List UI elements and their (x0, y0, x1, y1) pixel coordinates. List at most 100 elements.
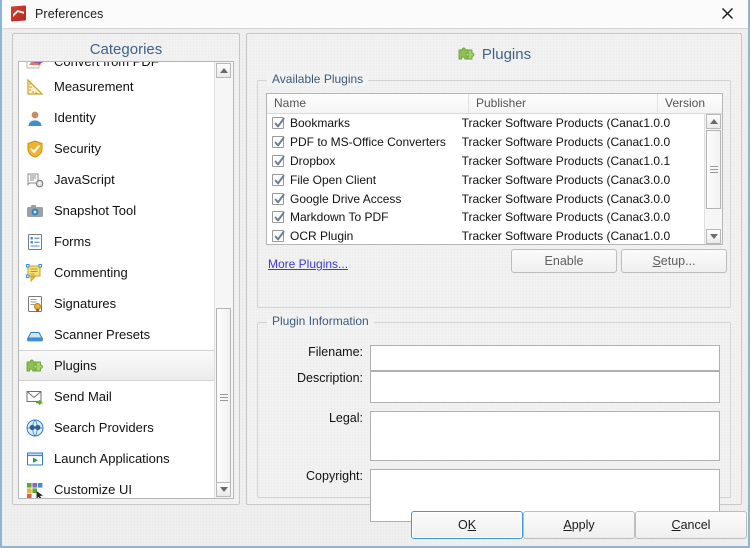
available-plugins-title: Available Plugins (267, 72, 369, 86)
scroll-up-arrow-icon[interactable] (216, 63, 231, 78)
plugin-version: 3.0.0 (643, 191, 671, 206)
table-row[interactable]: File Open Client Tracker Software Product… (267, 170, 705, 189)
sidebar-item-launch-applications[interactable]: Launch Applications (19, 443, 215, 474)
plugin-publisher: Tracker Software Products (Canada) Ltd (461, 191, 644, 206)
sidebar-item-forms[interactable]: Forms (19, 226, 215, 257)
table-row[interactable]: PDF to MS-Office Converters Tracker Softw… (267, 133, 705, 152)
sidebar-item-scanner-presets[interactable]: Scanner Presets (19, 319, 215, 350)
plugin-publisher: Tracker Software Products (Canada) Ltd (461, 153, 644, 168)
search-providers-globe-icon (25, 418, 45, 438)
commenting-note-icon (25, 263, 45, 283)
plugin-publisher: Tracker Software Products (Canada) Ltd (461, 172, 644, 187)
description-label: Description: (297, 371, 363, 385)
table-row[interactable]: Bookmarks Tracker Software Products (Cana… (267, 114, 705, 133)
plugin-publisher: Tracker Software Products (Canada) Ltd (461, 229, 644, 244)
plugin-checkbox[interactable] (272, 173, 285, 186)
sidebar-item-label: Send Mail (54, 389, 112, 404)
legal-input[interactable] (370, 411, 720, 461)
scanner-icon (25, 325, 45, 345)
sidebar-item-javascript[interactable]: JavaScript (19, 164, 215, 195)
convert-from-pdf-icon (25, 62, 45, 71)
sidebar-item-identity[interactable]: Identity (19, 102, 215, 133)
plugin-checkbox[interactable] (272, 154, 285, 167)
more-plugins-link[interactable]: More Plugins... (268, 257, 348, 271)
sidebar-item-signatures[interactable]: Signatures (19, 288, 215, 319)
plugins-table[interactable]: Name Publisher Version Bookmarks Tracker … (266, 93, 723, 245)
plugins-table-scrollbar[interactable] (704, 114, 722, 244)
plugin-checkbox[interactable] (272, 211, 285, 224)
sidebar-item-label: Launch Applications (54, 451, 170, 466)
sidebar-item-label: Measurement (54, 79, 134, 94)
plugin-checkbox[interactable] (272, 230, 285, 243)
plugin-version: 1.0.0 (643, 116, 671, 131)
sidebar-item-customize-ui[interactable]: Customize UI (19, 474, 215, 498)
cancel-button[interactable]: Cancel (635, 511, 747, 539)
legal-field-row: Legal: (258, 411, 720, 461)
sidebar-item-label: Forms (54, 234, 91, 249)
column-header-version[interactable]: Version (658, 94, 722, 113)
ok-button[interactable]: OK (411, 511, 523, 539)
launch-applications-play-icon (25, 449, 45, 469)
cancel-button-label: Cancel (671, 518, 711, 532)
sidebar-item-security[interactable]: Security (19, 133, 215, 164)
plugin-name: Google Drive Access (290, 191, 402, 206)
categories-scroll-thumb[interactable] (216, 308, 231, 486)
apply-button-label: Apply (563, 518, 595, 532)
table-row[interactable]: Markdown To PDF Tracker Software Products… (267, 208, 705, 227)
description-input[interactable] (370, 371, 720, 403)
plugin-version: 1.0.0 (643, 229, 671, 244)
title-bar: Preferences (2, 0, 748, 29)
snapshot-camera-icon (25, 201, 45, 221)
plugins-puzzle-icon (25, 356, 45, 376)
categories-list[interactable]: Convert from PDF Measurement Identity Secur… (18, 61, 234, 499)
send-mail-envelope-icon (25, 387, 45, 407)
plugin-version: 3.0.0 (643, 172, 671, 187)
ok-button-label: OK (457, 518, 477, 532)
plugin-checkbox[interactable] (272, 136, 285, 149)
sidebar-item-send-mail[interactable]: Send Mail (19, 381, 215, 412)
filename-input[interactable] (370, 345, 720, 371)
sidebar-item-label: Signatures (54, 296, 117, 311)
scroll-down-arrow-icon[interactable] (216, 482, 231, 497)
apply-button[interactable]: Apply (523, 511, 635, 539)
filename-field-row: Filename: (258, 345, 720, 371)
security-shield-icon (25, 139, 45, 159)
sidebar-item-measurement[interactable]: Measurement (19, 71, 215, 102)
preferences-dialog: Preferences Categories Convert from PDF M… (0, 0, 750, 548)
sidebar-item-label: Scanner Presets (54, 327, 151, 342)
sidebar-item-plugins[interactable]: Plugins (19, 350, 215, 381)
measurement-ruler-icon (25, 77, 45, 97)
table-row[interactable]: OCR Plugin Tracker Software Products (Can… (267, 227, 705, 244)
table-scroll-up-arrow-icon[interactable] (706, 114, 721, 129)
plugin-checkbox[interactable] (272, 192, 285, 205)
categories-scrollbar[interactable] (214, 62, 233, 498)
sidebar-item-snapshot-tool[interactable]: Snapshot Tool (19, 195, 215, 226)
plugin-publisher: Tracker Software Products (Canada) Ltd (461, 135, 644, 150)
plugin-name: Dropbox (290, 153, 336, 168)
table-scroll-thumb[interactable] (706, 130, 721, 209)
sidebar-item-label: Snapshot Tool (54, 203, 137, 218)
table-scroll-down-arrow-icon[interactable] (706, 229, 721, 244)
column-header-publisher[interactable]: Publisher (469, 94, 658, 113)
plugin-name: File Open Client (290, 172, 377, 187)
table-row[interactable]: Google Drive Access Tracker Software Prod… (267, 189, 705, 208)
sidebar-item-label: Commenting (54, 265, 128, 280)
forms-document-icon (25, 232, 45, 252)
window-title: Preferences (35, 7, 104, 21)
enable-button[interactable]: Enable (511, 249, 617, 273)
plugin-name: PDF to MS-Office Converters (290, 135, 446, 150)
pdfxchange-icon (11, 5, 27, 22)
plugin-publisher: Tracker Software Products (Canada) Ltd (461, 210, 644, 225)
column-header-name[interactable]: Name (267, 94, 469, 113)
description-field-row: Description: (258, 371, 720, 403)
plugin-checkbox[interactable] (272, 117, 285, 130)
plugin-name: Bookmarks (290, 116, 351, 131)
sidebar-item-label: Plugins (54, 358, 97, 373)
table-row[interactable]: Dropbox Tracker Software Products (Canada… (267, 152, 705, 171)
close-icon[interactable] (706, 0, 748, 27)
sidebar-item-commenting[interactable]: Commenting (19, 257, 215, 288)
categories-panel: Categories Convert from PDF Measurement Id… (12, 33, 240, 505)
sidebar-item-search-providers[interactable]: Search Providers (19, 412, 215, 443)
setup-button[interactable]: Setup... (621, 249, 727, 273)
sidebar-item-convert-from-pdf[interactable]: Convert from PDF (19, 62, 215, 71)
